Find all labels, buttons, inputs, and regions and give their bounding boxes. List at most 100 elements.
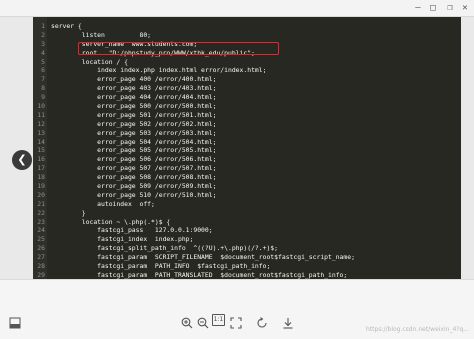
viewer-top-bar: — □ ❐ ✕ bbox=[0, 0, 474, 17]
code-line: 18 error_page 508 /error/508.html; bbox=[33, 173, 461, 182]
line-number: 20 bbox=[37, 190, 45, 199]
fit-screen-icon bbox=[230, 317, 242, 329]
code-line: 21 autoindex off; bbox=[33, 200, 461, 209]
line-number: 1 bbox=[41, 22, 45, 30]
code-line: 22 } bbox=[33, 209, 461, 218]
code-text: error_page 400 /error/400.html; bbox=[51, 75, 217, 84]
code-text: fastcgi_split_path_info ^((?U).+\.php)(/… bbox=[51, 244, 279, 253]
line-number: 24 bbox=[37, 226, 45, 235]
code-text: error_page 501 /error/501.html; bbox=[51, 110, 217, 119]
code-editor-screenshot: 1 server {2 listen 80; 3 server_name www.s… bbox=[33, 17, 461, 279]
code-text: error_page 505 /error/505.html; bbox=[51, 146, 217, 155]
line-number: 22 bbox=[37, 208, 45, 217]
watermark: https://blog.csdn.net/weixin_4?q... bbox=[366, 326, 469, 333]
zoom-in-icon bbox=[181, 317, 193, 329]
code-line: 8 error_page 403 /error/403.html; bbox=[33, 84, 461, 93]
left-margin bbox=[0, 17, 33, 279]
download-button[interactable] bbox=[282, 314, 294, 329]
code-text: location / { bbox=[51, 57, 128, 66]
line-number: 28 bbox=[37, 262, 45, 271]
code-line: 11 error_page 501 /error/501.html; bbox=[33, 111, 461, 120]
code-line: 19 error_page 509 /error/509.html; bbox=[33, 182, 461, 191]
right-margin bbox=[461, 17, 474, 279]
code-text: error_page 507 /error/507.html; bbox=[51, 164, 217, 173]
code-line: 1 server { bbox=[33, 22, 461, 31]
minimize-icon[interactable]: — bbox=[413, 3, 423, 13]
code-line: 9 error_page 404 /error/404.html; bbox=[33, 93, 461, 102]
zoom-in-button[interactable] bbox=[181, 314, 193, 329]
code-text: error_page 509 /error/509.html; bbox=[51, 182, 217, 191]
line-number: 27 bbox=[37, 253, 45, 262]
maximize-icon[interactable]: □ bbox=[428, 3, 438, 13]
thumbnail-icon bbox=[9, 317, 21, 329]
code-line: 28 fastcgi_param PATH_INFO $fastcgi_path… bbox=[33, 262, 461, 271]
line-number: 16 bbox=[37, 155, 45, 164]
code-line: 5 location / { bbox=[33, 58, 461, 67]
code-line: 24 fastcgi_pass 127.0.0.1:9000; bbox=[33, 226, 461, 235]
code-text: error_page 510 /error/510.html; bbox=[51, 190, 217, 199]
line-number: 5 bbox=[41, 57, 45, 66]
line-number: 18 bbox=[37, 173, 45, 182]
code-text: index index.php index.html error/index.h… bbox=[51, 66, 267, 75]
code-text: fastcgi_index index.php; bbox=[51, 235, 194, 244]
line-number: 2 bbox=[41, 30, 45, 39]
code-line: 15 error_page 505 /error/505.html; bbox=[33, 146, 461, 155]
line-number: 4 bbox=[41, 48, 45, 57]
code-line: 27 fastcgi_param SCRIPT_FILENAME $docume… bbox=[33, 253, 461, 262]
chevron-left-icon: ❮ bbox=[17, 153, 27, 166]
zoom-out-button[interactable] bbox=[197, 314, 209, 329]
line-number: 29 bbox=[37, 270, 45, 279]
line-number: 3 bbox=[41, 39, 45, 48]
code-line: 26 fastcgi_split_path_info ^((?U).+\.php… bbox=[33, 244, 461, 253]
line-number: 15 bbox=[37, 146, 45, 155]
code-line: 23 location ~ \.php(.*)$ { bbox=[33, 218, 461, 227]
thumbnail-button[interactable] bbox=[9, 314, 21, 329]
line-number: 6 bbox=[41, 66, 45, 75]
rotate-button[interactable] bbox=[256, 314, 268, 328]
code-text: error_page 404 /error/404.html; bbox=[51, 93, 217, 102]
code-line: 20 error_page 510 /error/510.html; bbox=[33, 191, 461, 200]
actual-size-button[interactable]: 1:1 bbox=[212, 314, 225, 326]
code-line: 14 error_page 504 /error/504.html; bbox=[33, 138, 461, 147]
code-line: 29 fastcgi_param PATH_TRANSLATED $docume… bbox=[33, 271, 461, 279]
actual-size-label: 1:1 bbox=[213, 316, 224, 323]
line-number: 23 bbox=[37, 217, 45, 226]
fit-screen-button[interactable] bbox=[230, 314, 242, 329]
close-icon[interactable]: ✕ bbox=[460, 3, 470, 13]
code-line: 12 error_page 502 /error/502.html; bbox=[33, 120, 461, 129]
line-number: 12 bbox=[37, 119, 45, 128]
code-line: 13 error_page 503 /error/503.html; bbox=[33, 129, 461, 138]
code-line: 17 error_page 507 /error/507.html; bbox=[33, 164, 461, 173]
download-icon bbox=[283, 318, 293, 329]
line-number: 10 bbox=[37, 102, 45, 111]
line-number: 11 bbox=[37, 110, 45, 119]
code-line: 10 error_page 500 /error/500.html; bbox=[33, 102, 461, 111]
code-text: autoindex off; bbox=[51, 199, 155, 208]
code-line: 25 fastcgi_index index.php; bbox=[33, 235, 461, 244]
code-text: error_page 508 /error/508.html; bbox=[51, 173, 217, 182]
code-text: fastcgi_param PATH_TRANSLATED $document_… bbox=[51, 270, 348, 279]
code-line: 7 error_page 400 /error/400.html; bbox=[33, 75, 461, 84]
code-text: error_page 503 /error/503.html; bbox=[51, 128, 217, 137]
code-text: fastcgi_param PATH_INFO $fastcgi_path_in… bbox=[51, 262, 271, 271]
code-text: fastcgi_param SCRIPT_FILENAME $document_… bbox=[51, 253, 355, 262]
line-number: 14 bbox=[37, 137, 45, 146]
code-line: 2 listen 80; bbox=[33, 31, 461, 40]
line-number: 17 bbox=[37, 164, 45, 173]
code-text: server { bbox=[51, 22, 82, 30]
code-text: error_page 403 /error/403.html; bbox=[51, 84, 217, 93]
line-number: 8 bbox=[41, 84, 45, 93]
line-number: 19 bbox=[37, 182, 45, 191]
code-line: 16 error_page 506 /error/506.html; bbox=[33, 155, 461, 164]
restore-icon[interactable]: ❐ bbox=[445, 3, 455, 13]
code-text: error_page 504 /error/504.html; bbox=[51, 137, 217, 146]
code-text: error_page 506 /error/506.html; bbox=[51, 155, 217, 164]
line-number: 21 bbox=[37, 199, 45, 208]
previous-image-button[interactable]: ❮ bbox=[12, 150, 32, 170]
zoom-out-icon bbox=[197, 317, 209, 329]
code-text: error_page 502 /error/502.html; bbox=[51, 119, 217, 128]
line-number: 13 bbox=[37, 128, 45, 137]
code-line: 6 index index.php index.html error/index… bbox=[33, 66, 461, 75]
line-number: 7 bbox=[41, 75, 45, 84]
code-text: error_page 500 /error/500.html; bbox=[51, 102, 217, 111]
